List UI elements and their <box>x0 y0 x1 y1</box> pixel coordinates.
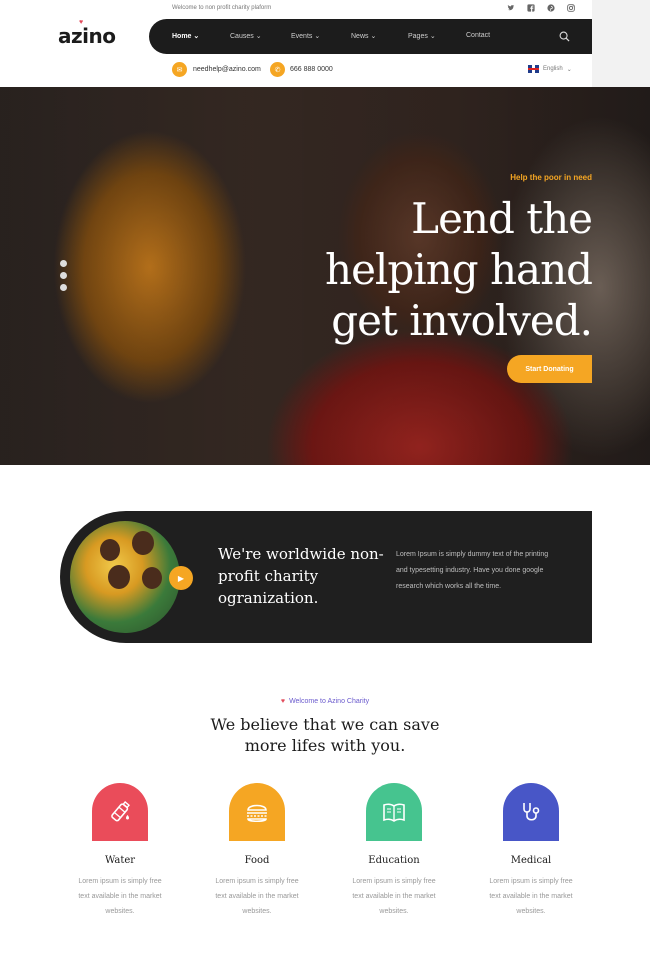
slider-dot[interactable] <box>60 260 67 267</box>
chevron-down-icon: ⌄ <box>429 33 436 40</box>
play-video-button[interactable]: ▶ <box>169 566 193 590</box>
header-card: azino ♥ Welcome to non profit charity pl… <box>0 0 592 87</box>
about-text: Lorem Ipsum is simply dummy text of the … <box>396 551 549 590</box>
hero-slider: Help the poor in need Lend the helping h… <box>0 87 650 465</box>
section-title: We believe that we can save more lifes w… <box>0 714 650 756</box>
chevron-down-icon: ⌄ <box>314 33 321 40</box>
section-title-line: more lifes with you. <box>244 736 406 755</box>
feature-food[interactable]: Food Lorem ipsum is simply free text ava… <box>192 783 322 919</box>
header: azino ♥ Welcome to non profit charity pl… <box>0 0 650 87</box>
email-icon: ✉ <box>172 62 187 77</box>
section-tagline-text: Welcome to Azino Charity <box>289 698 370 705</box>
feature-water[interactable]: Water Lorem ipsum is simply free text av… <box>55 783 185 919</box>
burger-icon <box>229 783 285 841</box>
instagram-icon[interactable] <box>566 4 576 14</box>
nav-item-contact[interactable]: Contact <box>466 32 490 39</box>
search-icon[interactable] <box>559 31 570 42</box>
water-bottle-icon <box>92 783 148 841</box>
section-title-line: We believe that we can save <box>210 715 440 734</box>
nav-item-events[interactable]: Events ⌄ <box>291 32 320 40</box>
stethoscope-icon <box>503 783 559 841</box>
chevron-down-icon: ⌄ <box>566 66 572 73</box>
uk-flag-icon <box>528 65 539 73</box>
feature-title: Medical <box>510 855 552 866</box>
facebook-icon[interactable] <box>526 4 536 14</box>
hero-title-line: helping hand <box>325 245 593 294</box>
section-tagline: ♥ Welcome to Azino Charity <box>0 698 650 705</box>
about-title: We're worldwide non-profit charity ogran… <box>218 545 384 607</box>
contact-phone[interactable]: 666 888 0000 <box>290 66 333 73</box>
logo-heart-icon: ♥ <box>79 19 84 26</box>
slider-dot[interactable] <box>60 272 67 279</box>
language-label: English <box>543 66 563 72</box>
chevron-down-icon: ⌄ <box>255 33 262 40</box>
slider-dots <box>60 260 67 296</box>
hero-title-line: get involved. <box>331 296 593 345</box>
nav-item-news[interactable]: News ⌄ <box>351 32 376 40</box>
feature-education[interactable]: Education Lorem ipsum is simply free tex… <box>329 783 459 919</box>
language-select[interactable]: English ⌄ <box>528 65 572 73</box>
feature-title: Education <box>368 855 420 866</box>
feature-text: Lorem ipsum is simply free text availabl… <box>489 878 573 915</box>
nav-item-causes[interactable]: Causes ⌄ <box>230 32 262 40</box>
feature-medical[interactable]: Medical Lorem ipsum is simply free text … <box>466 783 596 919</box>
feature-text: Lorem ipsum is simply free text availabl… <box>78 878 162 915</box>
chevron-down-icon: ⌄ <box>370 33 377 40</box>
children-photo <box>70 521 180 633</box>
topbar-text: Welcome to non profit charity plaform <box>172 5 272 11</box>
feature-text: Lorem ipsum is simply free text availabl… <box>215 878 299 915</box>
about-band: ▶ We're worldwide non-profit charity ogr… <box>60 511 592 643</box>
feature-text: Lorem ipsum is simply free text availabl… <box>352 878 436 915</box>
chevron-down-icon: ⌄ <box>193 33 200 40</box>
phone-icon: ✆ <box>270 62 285 77</box>
feature-title: Food <box>244 855 270 866</box>
nav-item-pages[interactable]: Pages ⌄ <box>408 32 436 40</box>
twitter-icon[interactable] <box>506 4 516 14</box>
hero-title-line: Lend the <box>411 194 593 243</box>
pinterest-icon[interactable] <box>546 4 556 14</box>
contact-email[interactable]: needhelp@azino.com <box>193 66 261 73</box>
logo[interactable]: azino <box>58 24 116 48</box>
book-icon <box>366 783 422 841</box>
hero-tagline: Help the poor in need <box>510 173 592 182</box>
slider-dot[interactable] <box>60 284 67 291</box>
feature-title: Water <box>104 855 136 866</box>
main-nav: Home ⌄ Causes ⌄ Events ⌄ News ⌄ Pages ⌄ … <box>149 19 592 54</box>
heart-icon: ♥ <box>280 698 286 705</box>
hero-title: Lend the helping hand get involved. <box>325 193 593 346</box>
start-donating-button[interactable]: Start Donating <box>507 355 592 383</box>
nav-item-home[interactable]: Home ⌄ <box>172 32 199 40</box>
